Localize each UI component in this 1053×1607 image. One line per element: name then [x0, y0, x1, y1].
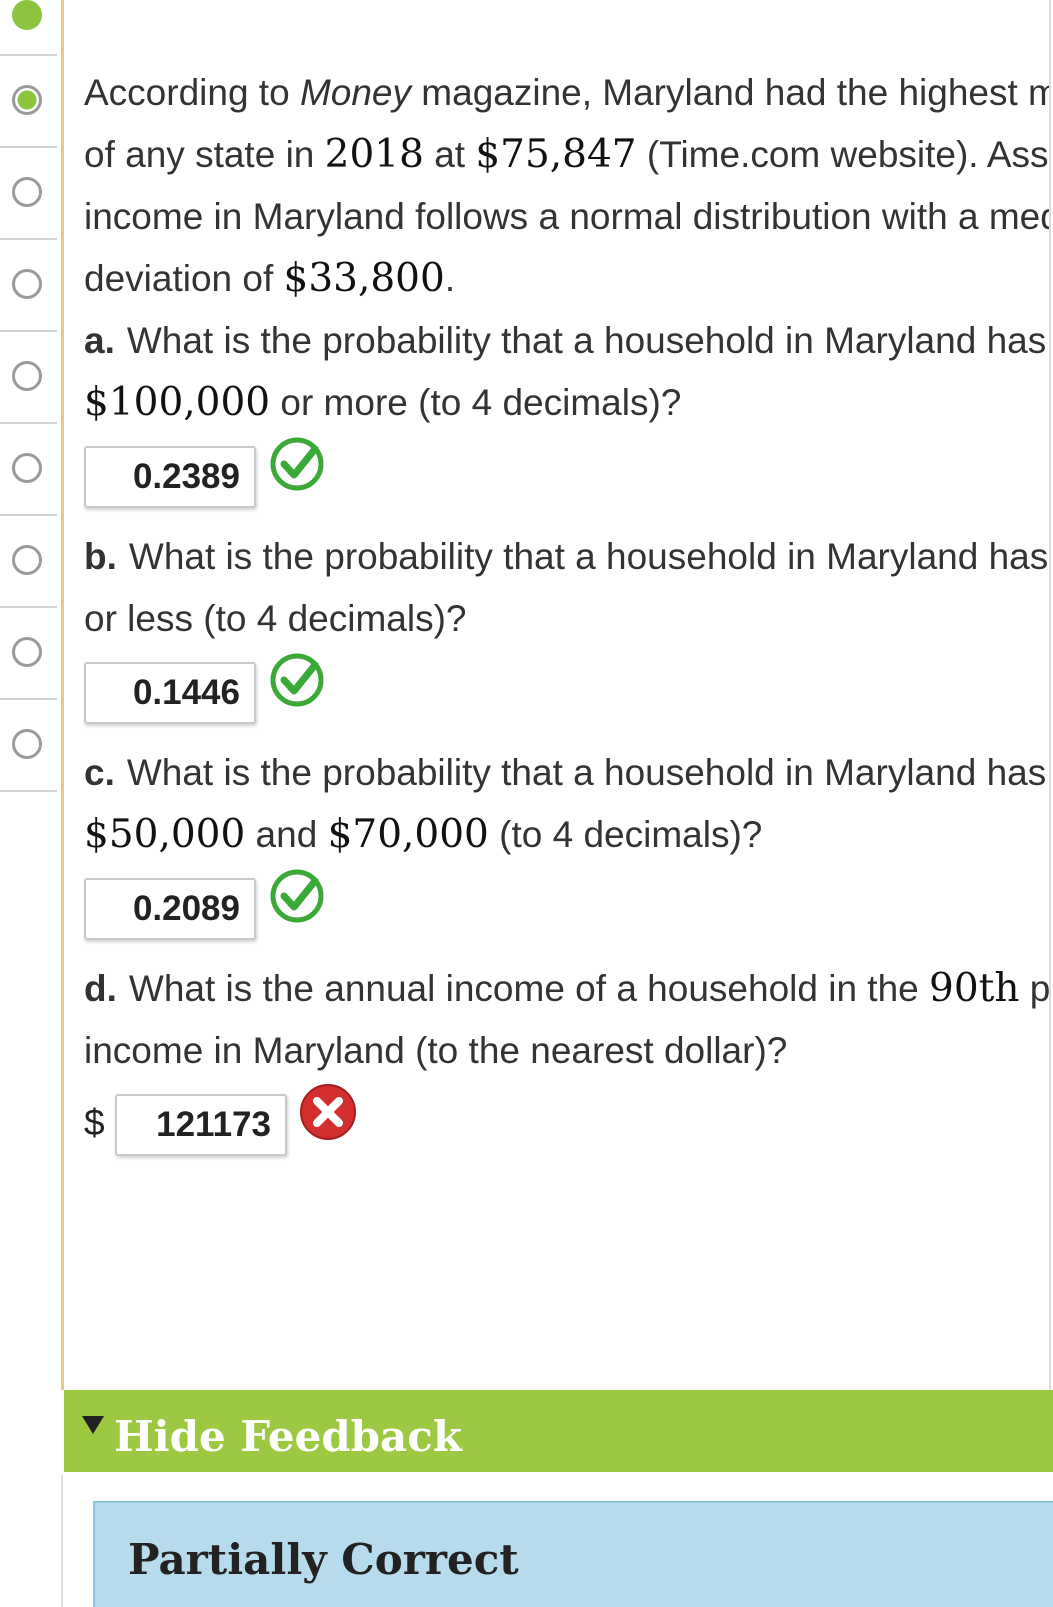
feedback-result-box: Partially Correct: [93, 1501, 1053, 1607]
hide-feedback-toggle[interactable]: Hide Feedback: [64, 1390, 1053, 1472]
magazine-name: Money: [299, 72, 412, 113]
problem-line-2: of any state in 2018 at $75,847 (Time.co…: [84, 132, 1049, 177]
nav-item[interactable]: [0, 514, 57, 608]
part-c-answer-row: 0.2089: [84, 866, 1053, 958]
caret-down-icon: [82, 1416, 104, 1434]
question-content: According to Money magazine, Maryland ha…: [84, 62, 1053, 1174]
part-d-question-line-2: income in Maryland (to the nearest dolla…: [84, 1030, 788, 1071]
nav-item[interactable]: [0, 606, 57, 700]
radio-circle-icon: [12, 177, 42, 207]
part-a-question-line-2: $100,000 or more (to 4 decimals)?: [84, 380, 682, 425]
problem-line-4: deviation of $33,800.: [84, 256, 456, 301]
part-d-question-line-1: d. What is the annual income of a househo…: [84, 966, 1049, 1011]
part-c-letter: c.: [84, 752, 115, 793]
part-c-answer-input[interactable]: 0.2089: [84, 878, 256, 940]
rail-divider: [61, 0, 64, 1390]
part-b-letter: b.: [84, 536, 117, 577]
radio-circle-icon: [12, 269, 42, 299]
hide-feedback-label: Hide Feedback: [114, 1412, 462, 1461]
part-b-question-line-1: b. What is the probability that a househo…: [84, 536, 1049, 577]
correct-check-icon: [270, 653, 324, 707]
nav-item[interactable]: [0, 146, 57, 240]
part-a-letter: a.: [84, 320, 115, 361]
part-c-question-line-1: c. What is the probability that a househo…: [84, 752, 1049, 793]
radio-circle-icon: [12, 453, 42, 483]
currency-symbol: $: [84, 1102, 105, 1143]
part-a-question-line-1: a. What is the probability that a househo…: [84, 320, 1049, 361]
partial-progress-icon: [12, 85, 42, 115]
part-a-answer-input[interactable]: 0.2389: [84, 446, 256, 508]
radio-circle-icon: [12, 361, 42, 391]
part-b-answer-input[interactable]: 0.1446: [84, 662, 256, 724]
part-d-answer-row: $ 121173: [84, 1082, 1053, 1174]
correct-check-icon: [270, 869, 324, 923]
nav-item[interactable]: [0, 698, 57, 792]
part-d-letter: d.: [84, 968, 117, 1009]
problem-line-1: According to Money magazine, Maryland ha…: [84, 72, 1049, 113]
feedback-left-border: [61, 1475, 63, 1607]
correct-check-icon: [270, 437, 324, 491]
radio-circle-icon: [12, 637, 42, 667]
nav-item[interactable]: [0, 422, 57, 516]
nav-item-completed[interactable]: [0, 0, 57, 56]
problem-line-3: income in Maryland follows a normal dist…: [84, 196, 1049, 237]
result-status-label: Partially Correct: [128, 1535, 519, 1584]
part-c-question-line-2: $50,000 and $70,000 (to 4 decimals)?: [84, 812, 763, 857]
completed-check-icon: [12, 0, 42, 30]
nav-item[interactable]: [0, 330, 57, 424]
part-d-answer-input[interactable]: 121173: [115, 1094, 287, 1156]
question-nav-rail: [0, 0, 57, 1607]
part-a-answer-row: 0.2389: [84, 434, 1053, 526]
part-b-question-line-2: or less (to 4 decimals)?: [84, 598, 467, 639]
nav-item-current[interactable]: [0, 54, 57, 148]
incorrect-x-icon: [300, 1084, 356, 1140]
radio-circle-icon: [12, 545, 42, 575]
radio-circle-icon: [12, 729, 42, 759]
part-b-answer-row: 0.1446: [84, 650, 1053, 742]
nav-item[interactable]: [0, 238, 57, 332]
